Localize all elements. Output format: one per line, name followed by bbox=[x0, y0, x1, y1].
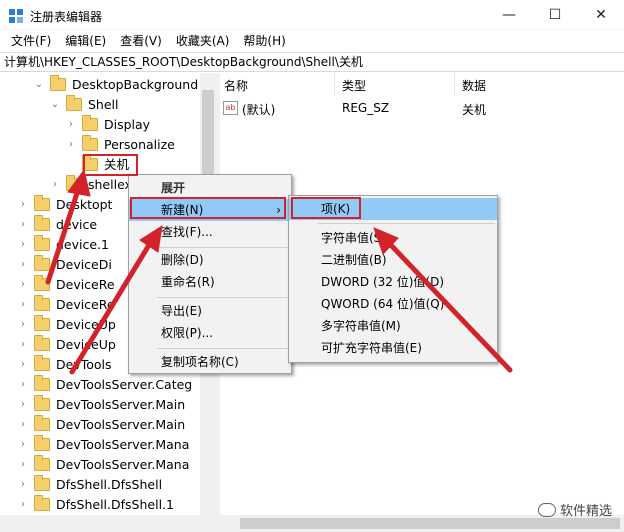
annotation-arrow-icon bbox=[69, 237, 155, 375]
annotation-arrowhead-icon bbox=[139, 224, 163, 253]
annotation-arrowhead-icon bbox=[67, 168, 91, 197]
annotation-arrow-icon bbox=[45, 181, 83, 285]
annotation-arrows bbox=[45, 168, 513, 375]
watermark-text: 软件精选 bbox=[559, 504, 612, 519]
wechat-icon bbox=[537, 502, 556, 517]
watermark: 软件精选 bbox=[537, 500, 612, 519]
annotation-arrow-icon bbox=[385, 239, 513, 373]
